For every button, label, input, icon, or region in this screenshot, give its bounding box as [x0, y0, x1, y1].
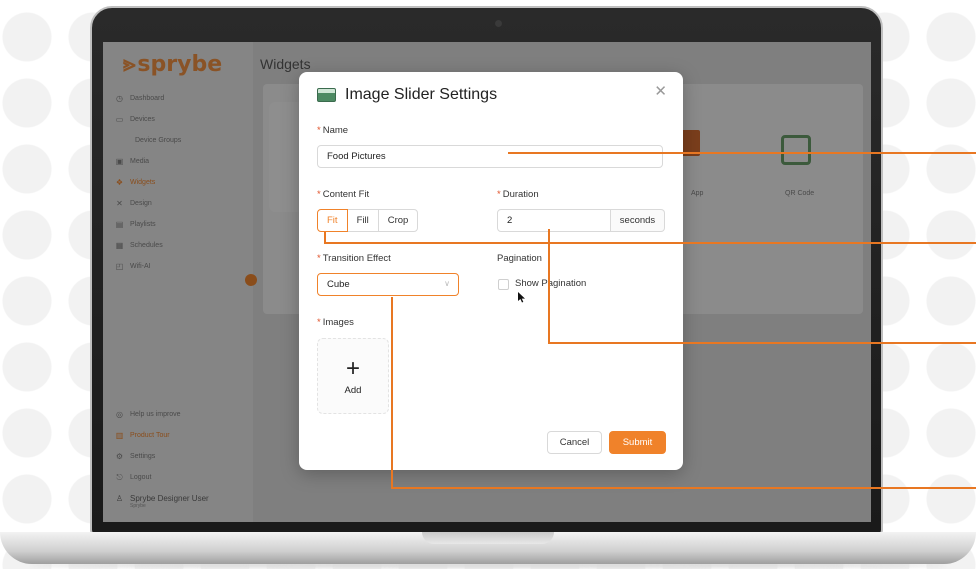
- callout-line-name: [508, 152, 976, 154]
- sidebar-bottom: ◎ Help us improve ▥ Product Tour ⚙ Settings…: [113, 404, 253, 509]
- image-slider-settings-modal: Image Slider Settings ✕ * Name Food Pictu…: [299, 72, 683, 470]
- sidebar-item-label: Device Groups: [135, 137, 182, 144]
- sidebar-item-label: Logout: [130, 474, 152, 481]
- laptop-screen: ⪢sprybe ◷ Dashboard ▭ Devices Device Group…: [103, 42, 871, 522]
- name-input[interactable]: Food Pictures: [317, 145, 663, 168]
- sidebar-item-product-tour[interactable]: ▥ Product Tour: [113, 425, 253, 446]
- sidebar-item-label: Widgets: [130, 179, 156, 186]
- sidebar-item-label: Design: [130, 200, 152, 207]
- sidebar-item-dashboard[interactable]: ◷ Dashboard: [113, 88, 248, 109]
- sidebar-item-label: Dashboard: [130, 95, 165, 102]
- sidebar-item-help[interactable]: ◎ Help us improve: [113, 404, 253, 425]
- tour-icon: ▥: [115, 431, 124, 440]
- cancel-button[interactable]: Cancel: [547, 431, 602, 454]
- help-icon: ◎: [116, 410, 123, 419]
- sidebar-item-wifi-ai[interactable]: ◰ Wifi-AI: [113, 256, 248, 277]
- user-org: Sprybe: [130, 503, 146, 509]
- media-icon: ▣: [115, 157, 124, 166]
- sidebar-item-label: Product Tour: [130, 432, 170, 439]
- sidebar-item-playlists[interactable]: ▤ Playlists: [113, 214, 248, 235]
- mouse-cursor-icon: [518, 292, 525, 303]
- sidebar-item-device-groups[interactable]: Device Groups: [113, 130, 248, 151]
- clock-icon: ◷: [116, 94, 123, 103]
- sidebar-item-schedules[interactable]: ▦ Schedules: [113, 235, 248, 256]
- sidebar-item-widgets[interactable]: ❖ Widgets: [113, 172, 248, 193]
- show-pagination-label[interactable]: Show Pagination: [515, 278, 586, 289]
- sidebar-item-label: Wifi-AI: [130, 263, 151, 270]
- page-title: Widgets: [260, 56, 311, 72]
- close-icon[interactable]: ✕: [654, 82, 667, 100]
- callout-line-transition: [391, 487, 976, 489]
- user-name: Sprybe Designer User: [130, 494, 209, 503]
- devices-icon: ▭: [115, 115, 124, 124]
- plus-icon: +: [345, 354, 360, 382]
- duration-label: * Duration: [497, 189, 539, 200]
- playlist-icon: ▤: [115, 220, 124, 229]
- wifi-icon: ◰: [115, 262, 124, 271]
- brand-logo: ⪢sprybe: [123, 52, 223, 77]
- content-fit-fit[interactable]: Fit: [317, 209, 348, 232]
- widget-label: QR Code: [785, 190, 815, 197]
- submit-button[interactable]: Submit: [609, 431, 666, 454]
- sidebar-item-settings[interactable]: ⚙ Settings: [113, 446, 253, 467]
- sidebar-item-label: Playlists: [130, 221, 156, 228]
- sidebar-item-devices[interactable]: ▭ Devices: [113, 109, 248, 130]
- sidebar-item-label: Settings: [130, 453, 156, 460]
- sidebar-item-label: Media: [130, 158, 150, 165]
- modal-header: Image Slider Settings: [317, 86, 497, 104]
- sidebar-item-design[interactable]: ✕ Design: [113, 193, 248, 214]
- callout-line-content-fit: [324, 242, 976, 244]
- callout-line-transition: [391, 297, 393, 488]
- image-slider-icon: [317, 88, 336, 102]
- laptop-camera: [495, 20, 502, 27]
- app-sidebar: ⪢sprybe ◷ Dashboard ▭ Devices Device Group…: [103, 42, 253, 522]
- content-fit-segmented: Fit Fill Crop: [317, 209, 419, 232]
- modal-title: Image Slider Settings: [345, 86, 498, 103]
- sidebar-item-label: Schedules: [130, 242, 163, 249]
- sidebar-nav: ◷ Dashboard ▭ Devices Device Groups ▣ Media…: [113, 88, 248, 277]
- callout-line-duration: [548, 342, 976, 344]
- content-fit-label: * Content Fit: [317, 189, 370, 200]
- sidebar-item-label: Devices: [130, 116, 155, 123]
- pagination-label: Pagination: [497, 253, 542, 264]
- duration-input[interactable]: 2: [497, 209, 611, 232]
- user-icon: ♙: [115, 494, 124, 503]
- name-label: * Name: [317, 125, 349, 136]
- design-icon: ✕: [116, 199, 123, 208]
- transition-effect-value: Cube: [327, 279, 350, 290]
- show-pagination-checkbox[interactable]: [498, 279, 509, 290]
- chevron-down-icon: ∨: [444, 279, 450, 288]
- upload-label: Add: [344, 384, 362, 396]
- gear-icon: ⚙: [115, 452, 124, 461]
- widgets-icon: ❖: [115, 178, 124, 187]
- images-label: * Images: [317, 317, 354, 328]
- duration-unit: seconds: [611, 209, 665, 232]
- qr-code-icon: [781, 135, 811, 165]
- content-fit-fill[interactable]: Fill: [346, 209, 379, 232]
- content-fit-crop[interactable]: Crop: [377, 209, 419, 232]
- calendar-icon: ▦: [115, 241, 124, 250]
- sidebar-item-label: Help us improve: [130, 411, 181, 418]
- sidebar-item-logout[interactable]: ⎋ Logout: [113, 467, 253, 488]
- logout-icon: ⎋: [116, 472, 123, 482]
- callout-line-duration: [548, 229, 550, 343]
- collapse-sidebar-button[interactable]: [245, 274, 257, 286]
- widget-label: App: [691, 190, 704, 197]
- laptop-notch: [422, 532, 554, 544]
- sidebar-item-media[interactable]: ▣ Media: [113, 151, 248, 172]
- transition-effect-select[interactable]: Cube ∨: [317, 273, 459, 296]
- add-image-upload[interactable]: + Add: [317, 338, 389, 414]
- transition-effect-label: * Transition Effect: [317, 253, 391, 264]
